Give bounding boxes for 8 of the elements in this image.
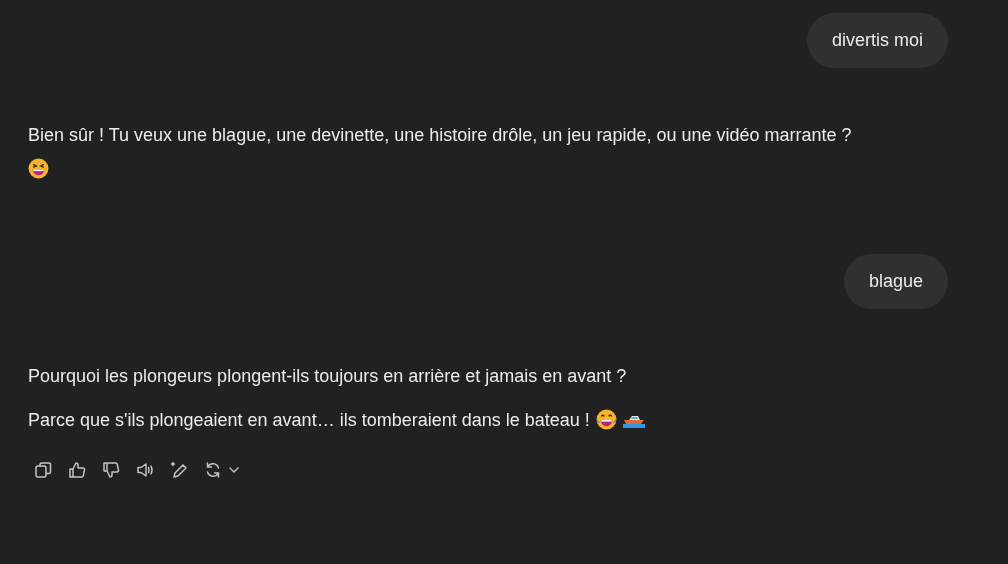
user-message: blague	[843, 254, 948, 309]
assistant-message: Parce que s'ils plongeaient en avant… ils tomberaient dans le bateau !	[28, 410, 590, 430]
user-message: divertis moi	[806, 13, 948, 68]
assistant-message: Bien sûr ! Tu veux une blague, une devinette, une histoire drôle, un jeu rapide, ou une vidéo marrante ?	[28, 125, 852, 145]
boat-icon	[622, 416, 645, 428]
assistant-message: Pourquoi les plongeurs plongent-ils toujours en arrière et jamais en avant ?	[28, 366, 627, 386]
laughing-tears-icon	[595, 409, 617, 430]
laughing-face-icon	[28, 158, 49, 179]
